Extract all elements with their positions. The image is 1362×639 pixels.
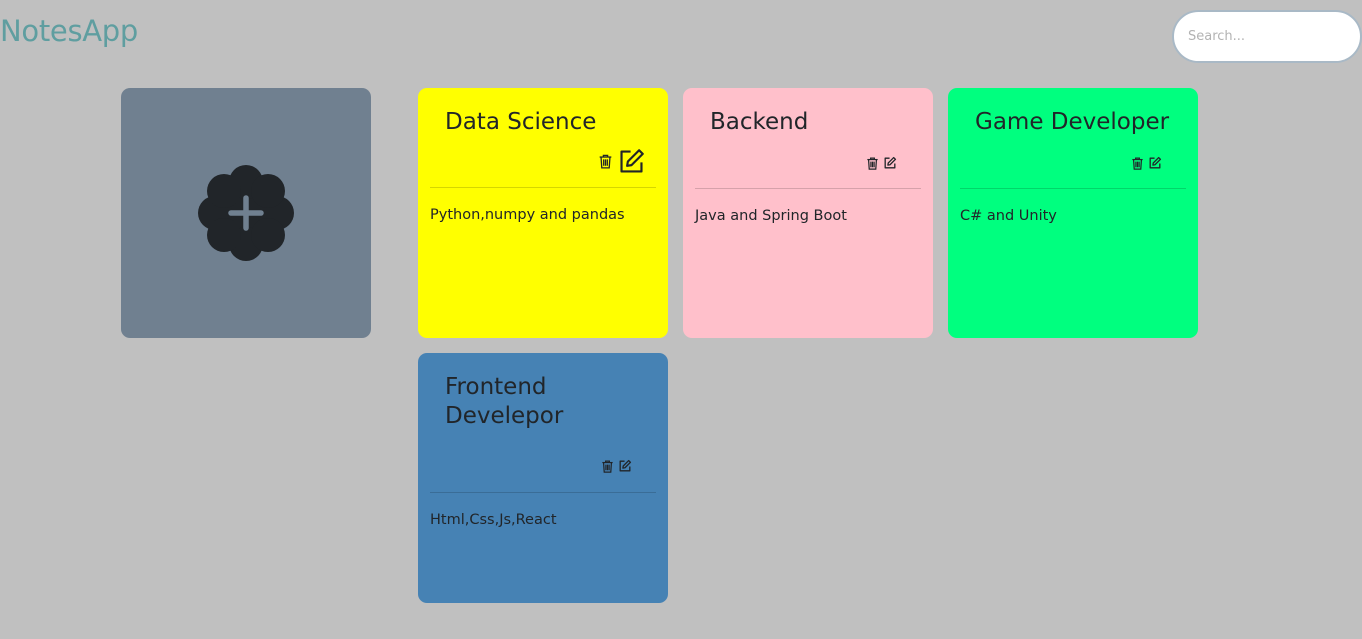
edit-note-button[interactable] [883,156,897,170]
note-title: Backend [710,109,809,135]
delete-note-button[interactable] [865,156,880,171]
edit-icon [1149,156,1162,169]
note-card[interactable]: Backend Java and Spring Boot [683,88,933,338]
edit-icon [619,459,632,472]
note-body: Java and Spring Boot [695,208,847,224]
note-title: Data Science [445,109,597,135]
edit-note-button[interactable] [617,147,646,176]
delete-note-button[interactable] [1130,156,1145,171]
edit-icon [620,148,644,173]
plus-badge-icon [198,165,294,261]
delete-note-button[interactable] [597,153,614,170]
trash-icon [1132,157,1143,170]
note-title: Frontend Develepor [445,374,564,429]
note-body: C# and Unity [960,208,1057,224]
edit-icon [884,156,897,169]
edit-note-button[interactable] [618,459,632,473]
note-body: Html,Css,Js,React [430,512,557,528]
note-title: Game Developer [975,109,1170,135]
trash-icon [867,157,878,170]
edit-note-button[interactable] [1148,156,1162,170]
note-body: Python,numpy and pandas [430,207,625,223]
note-card[interactable]: Game Developer C# and Unity [948,88,1198,338]
trash-icon [602,460,613,473]
search-input[interactable] [1172,10,1362,63]
add-note-button[interactable] [121,88,371,338]
trash-icon [599,154,612,169]
delete-note-button[interactable] [600,459,615,474]
app-title: NotesApp [0,14,139,48]
note-card[interactable]: Frontend Develepor Html,Css,Js,React [418,353,668,603]
note-card[interactable]: Data Science Python,numpy and pandas [418,88,668,338]
